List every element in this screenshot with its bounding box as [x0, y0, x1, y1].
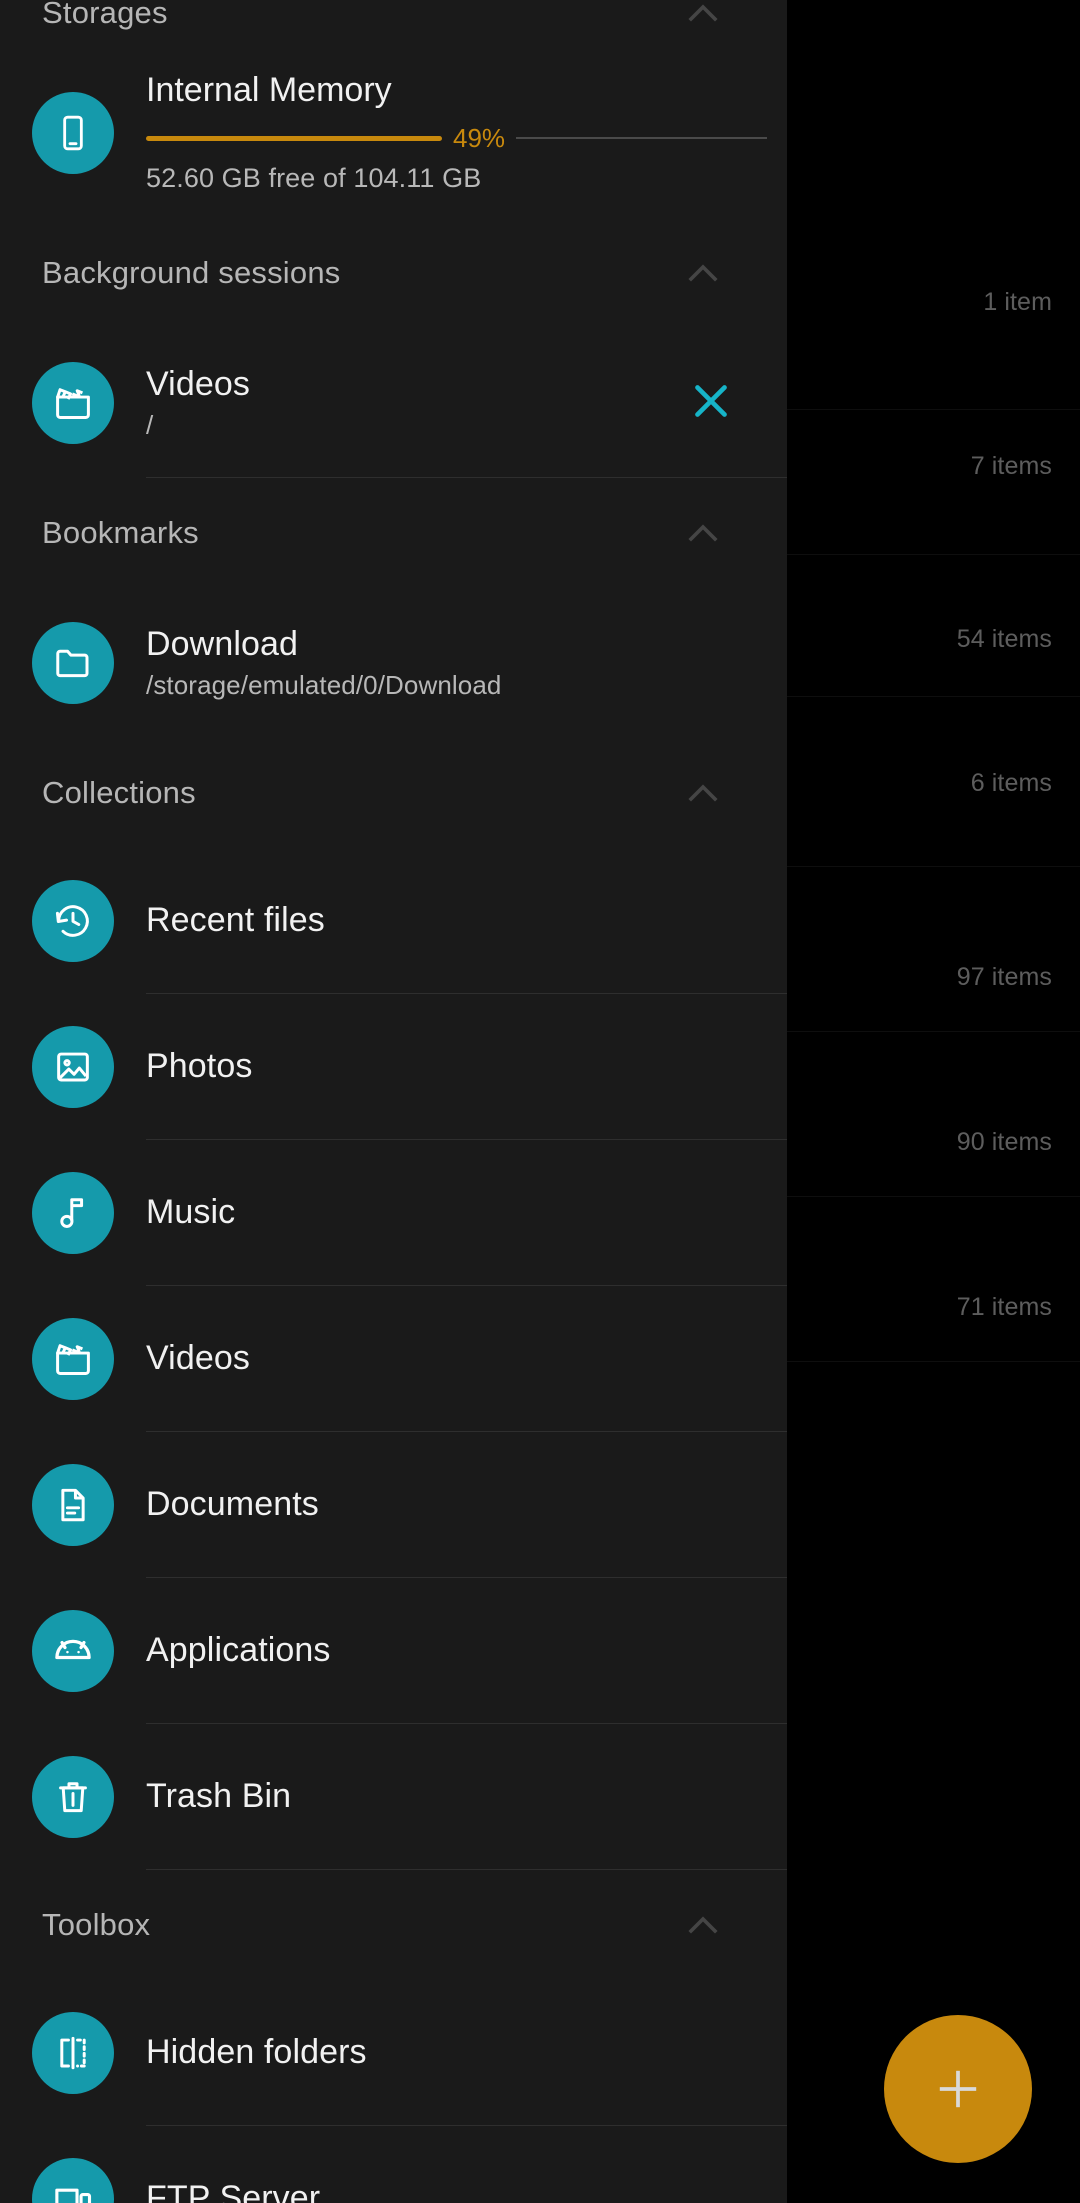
collection-item-videos[interactable]: Videos [0, 1286, 787, 1432]
music-note-icon [32, 1172, 114, 1254]
collection-name: Applications [146, 1631, 331, 1670]
item-count-label: 1 item [983, 288, 1052, 316]
storage-usage-meter: 49% [146, 123, 767, 154]
section-title: Storages [42, 0, 168, 30]
collection-name: Trash Bin [146, 1777, 292, 1816]
section-title: Collections [42, 775, 196, 810]
item-count-label: 71 items [956, 1293, 1052, 1321]
storage-name: Internal Memory [146, 71, 392, 110]
session-name: Videos [146, 365, 250, 403]
tool-name: Hidden folders [146, 2033, 367, 2072]
tool-item-ftp-server[interactable]: FTP Server [0, 2126, 787, 2203]
section-header-toolbox[interactable]: Toolbox [0, 1870, 787, 1980]
movie-clapper-icon [32, 362, 114, 444]
tool-item-hidden-folders[interactable]: Hidden folders [0, 1980, 787, 2126]
collection-item-documents[interactable]: Documents [0, 1432, 787, 1578]
folder-icon [32, 622, 114, 704]
collection-name: Recent files [146, 901, 325, 940]
chevron-up-icon[interactable] [675, 245, 731, 301]
storage-usage-track [516, 137, 767, 140]
android-icon [32, 1610, 114, 1692]
chevron-up-icon[interactable] [675, 0, 731, 41]
section-title: Bookmarks [42, 515, 199, 550]
hidden-folders-icon [32, 2012, 114, 2094]
chevron-up-icon[interactable] [675, 1897, 731, 1953]
plus-icon [930, 2061, 986, 2117]
collection-name: Photos [146, 1047, 253, 1086]
collection-item-music[interactable]: Music [0, 1140, 787, 1286]
item-count-label: 97 items [956, 963, 1052, 991]
add-fab-button[interactable] [884, 2015, 1032, 2163]
item-count-label: 90 items [956, 1128, 1052, 1156]
section-title: Toolbox [42, 1907, 151, 1942]
movie-clapper-icon [32, 1318, 114, 1400]
session-item-videos[interactable]: Videos / [0, 328, 787, 478]
collection-name: Documents [146, 1485, 319, 1524]
chevron-up-icon[interactable] [675, 505, 731, 561]
ftp-server-icon [32, 2158, 114, 2203]
storage-item-internal-memory[interactable]: Internal Memory 49% 52.60 GB free of 104… [0, 48, 787, 218]
tool-name: FTP Server [146, 2179, 321, 2203]
smartphone-icon [32, 92, 114, 174]
collection-item-trash-bin[interactable]: Trash Bin [0, 1724, 787, 1870]
collection-item-photos[interactable]: Photos [0, 994, 787, 1140]
storage-percent-label: 49% [453, 122, 506, 153]
section-header-background-sessions[interactable]: Background sessions [0, 218, 787, 328]
collection-item-recent-files[interactable]: Recent files [0, 848, 787, 994]
storage-usage-fill [146, 135, 442, 141]
item-count-label: 6 items [970, 769, 1052, 797]
section-header-collections[interactable]: Collections [0, 738, 787, 848]
cancel-session-button[interactable] [663, 355, 759, 451]
collection-name: Music [146, 1193, 236, 1232]
history-icon [32, 880, 114, 962]
bookmark-item-download[interactable]: Download /storage/emulated/0/Download [0, 588, 787, 738]
navigation-drawer: Storages Internal Memory 49% 52.60 GB fr… [0, 0, 787, 2203]
bookmark-name: Download [146, 625, 299, 663]
section-header-storages[interactable]: Storages [0, 0, 787, 48]
section-header-bookmarks[interactable]: Bookmarks [0, 478, 787, 588]
collection-item-applications[interactable]: Applications [0, 1578, 787, 1724]
document-icon [32, 1464, 114, 1546]
bookmark-path: /storage/emulated/0/Download [146, 670, 502, 701]
image-icon [32, 1026, 114, 1108]
close-icon [684, 374, 738, 433]
item-count-label: 54 items [956, 625, 1052, 653]
storage-free-label: 52.60 GB free of 104.11 GB [146, 162, 482, 193]
collection-name: Videos [146, 1339, 250, 1378]
trash-icon [32, 1756, 114, 1838]
chevron-up-icon[interactable] [675, 765, 731, 821]
section-title: Background sessions [42, 255, 341, 290]
item-count-label: 7 items [970, 452, 1052, 480]
session-path: / [146, 410, 154, 441]
